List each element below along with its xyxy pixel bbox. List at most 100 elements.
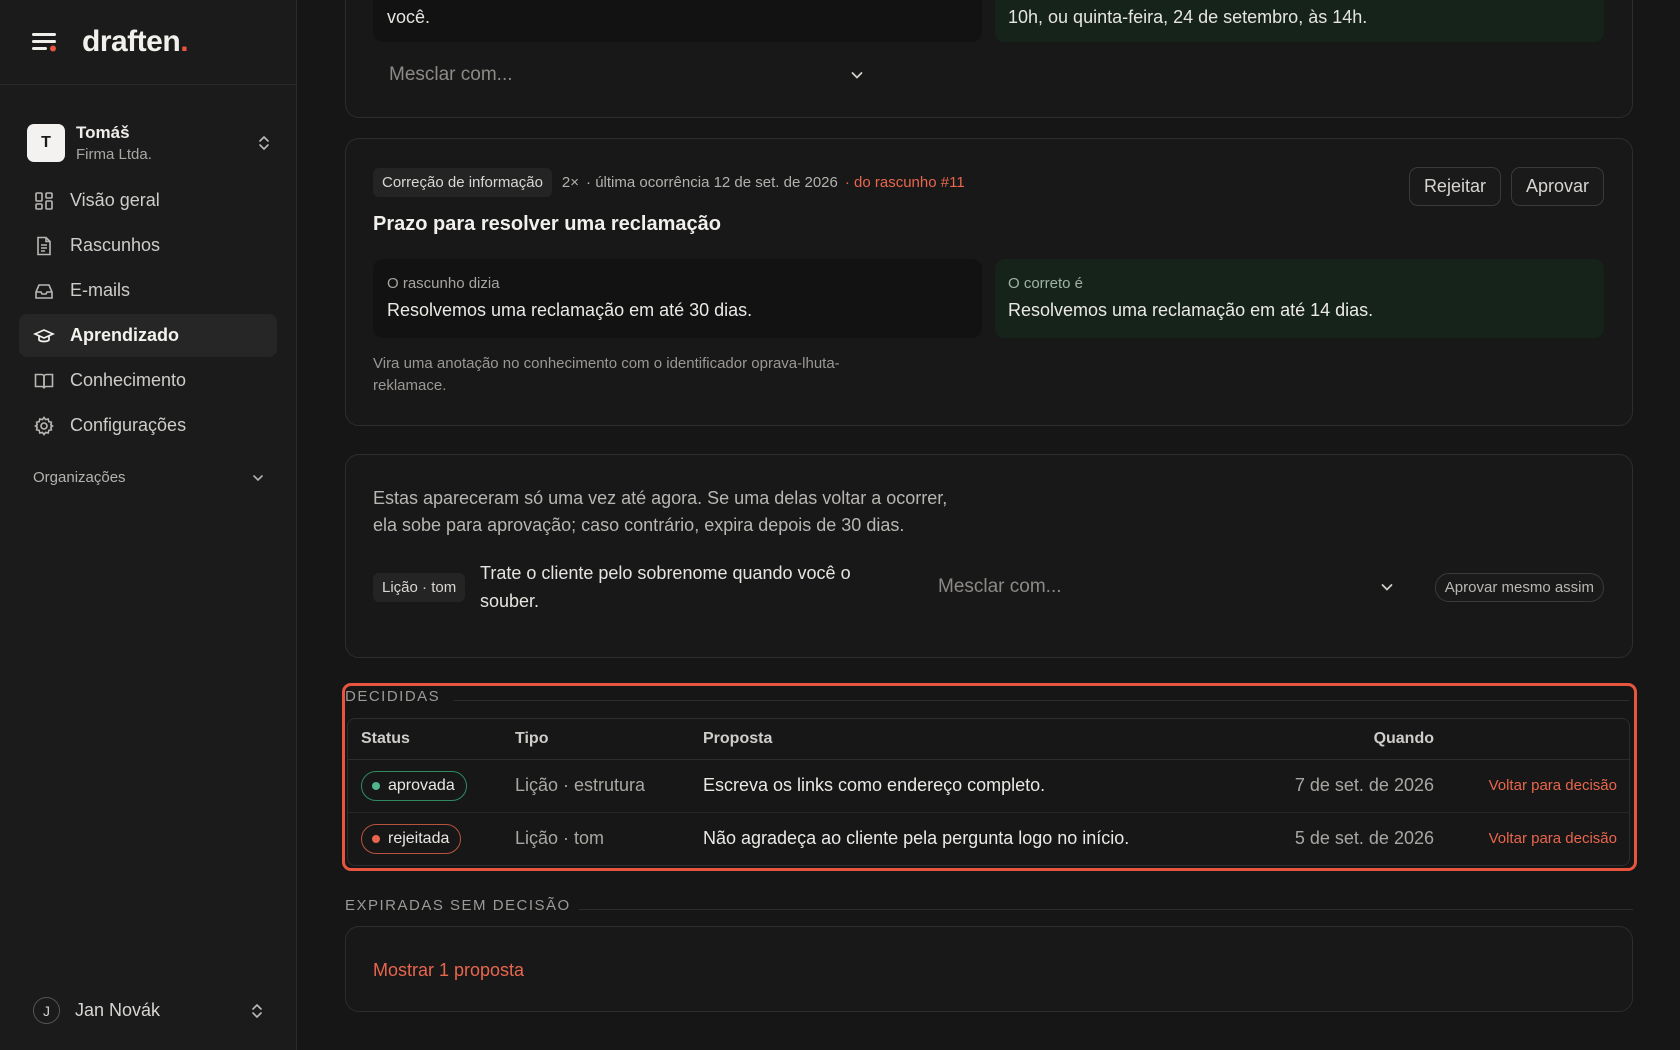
proposal-card: Correção de informação 2× · última ocorr…: [345, 138, 1633, 426]
table-row: aprovada Lição · estrutura Escreva os li…: [348, 759, 1629, 813]
merge-select-placeholder: Mesclar com...: [938, 576, 1062, 597]
draft-said-box: O rascunho dizia Resolvemos uma reclamaç…: [373, 259, 982, 338]
proposal-note: Vira uma anotação no conhecimento com o …: [373, 353, 840, 397]
proposal-card-previous: você. 10h, ou quinta-feira, 24 de setemb…: [345, 0, 1633, 118]
account-name: Tomáš: [76, 123, 130, 142]
status-badge: aprovada: [361, 770, 467, 801]
sidebar-item-label: Aprendizado: [70, 325, 180, 345]
chevron-up-down-icon: [256, 133, 272, 153]
book-icon: [33, 370, 55, 392]
chevron-down-icon: [1379, 579, 1395, 595]
show-expired-link[interactable]: Mostrar 1 proposta: [373, 960, 524, 981]
reject-button[interactable]: Rejeitar: [1408, 167, 1501, 206]
section-divider: [579, 909, 1633, 910]
account-avatar: T: [27, 124, 65, 162]
proposal-line: souber.: [480, 591, 540, 611]
main-content: você. 10h, ou quinta-feira, 24 de setemb…: [297, 0, 1680, 1050]
correct-text: Resolvemos uma reclamação em até 14 dias…: [1008, 300, 1374, 320]
logo[interactable]: draften.: [82, 25, 189, 59]
intro-line: ela sobe para aprovação; caso contrário,…: [373, 515, 905, 535]
proposal-cell: Não agradeça ao cliente pela pergunta lo…: [703, 828, 1130, 849]
section-divider: [454, 700, 1629, 701]
document-icon: [33, 235, 55, 257]
column-type: Tipo: [515, 719, 703, 760]
user-name: Jan Novák: [75, 1000, 161, 1020]
note-line: reklamace.: [373, 377, 447, 394]
sidebar-item-knowledge[interactable]: Conhecimento: [19, 359, 277, 402]
correct-box: 10h, ou quinta-feira, 24 de setembro, às…: [995, 0, 1604, 42]
chevron-down-icon: [849, 67, 865, 83]
draft-said-text: Resolvemos uma reclamação em até 30 dias…: [387, 300, 753, 320]
column-when: Quando: [1234, 719, 1434, 760]
decided-label: DECIDIDAS: [345, 688, 441, 705]
draft-said-text: você.: [387, 7, 431, 27]
graduation-cap-icon: [33, 325, 55, 347]
type-tag: Correção de informação: [373, 168, 552, 197]
revert-decision-link[interactable]: Voltar para decisão: [1489, 777, 1617, 794]
menu-icon[interactable]: [32, 31, 58, 53]
sidebar-item-label: Configurações: [70, 415, 187, 435]
correct-box: O correto é Resolvemos uma reclamação em…: [995, 259, 1604, 338]
proposal-line: Trate o cliente pelo sobrenome quando vo…: [480, 563, 851, 583]
status-text: aprovada: [388, 776, 455, 794]
table-header-row: Status Tipo Proposta Quando: [348, 719, 1629, 760]
single-occurrence-card: Estas apareceram só uma vez até agora. S…: [345, 454, 1633, 658]
intro-line: Estas apareceram só uma vez até agora. S…: [373, 488, 948, 508]
type-tag: Lição · tom: [373, 573, 466, 602]
status-dot: [372, 834, 380, 843]
user-avatar: J: [33, 997, 60, 1024]
status-text: rejeitada: [388, 829, 450, 847]
organizations-toggle[interactable]: Organizações: [33, 469, 265, 486]
decided-table: Status Tipo Proposta Quando aprovada Liç: [347, 718, 1630, 866]
expired-label: EXPIRADAS SEM DECISÃO: [345, 897, 571, 914]
merge-select[interactable]: Mesclar com...: [938, 573, 1395, 601]
source-draft-link[interactable]: · do rascunho #11: [845, 174, 965, 191]
table-row: rejeitada Lição · tom Não agradeça ao cl…: [348, 812, 1629, 865]
proposal-meta: Correção de informação 2× · última ocorr…: [373, 168, 965, 197]
occurrence-count: 2×: [561, 174, 580, 191]
account-switcher[interactable]: T Tomáš Firma Ltda.: [27, 116, 272, 170]
user-menu[interactable]: J Jan Novák: [33, 997, 265, 1024]
sidebar-nav: Visão geral Rascunhos E-mails Aprendizad…: [0, 179, 296, 447]
account-company: Firma Ltda.: [76, 146, 152, 163]
approve-anyway-button[interactable]: Aprovar mesmo assim: [1434, 573, 1604, 602]
draft-said-box: você.: [373, 0, 982, 42]
chevron-up-down-icon: [249, 1001, 265, 1021]
type-cell: Lição · tom: [515, 828, 605, 849]
merge-select[interactable]: Mesclar com...: [389, 61, 865, 89]
sidebar-item-settings[interactable]: Configurações: [19, 404, 277, 447]
grid-icon: [33, 190, 55, 212]
sidebar-item-label: Rascunhos: [70, 235, 161, 255]
sidebar: draften. T Tomáš Firma Ltda. Visão geral…: [0, 0, 297, 1050]
sidebar-item-drafts[interactable]: Rascunhos: [19, 224, 277, 267]
note-line: Vira uma anotação no conhecimento com o …: [373, 355, 840, 372]
sidebar-item-overview[interactable]: Visão geral: [19, 179, 277, 222]
sidebar-item-learning[interactable]: Aprendizado: [19, 314, 277, 357]
gear-icon: [33, 415, 55, 437]
chevron-down-icon: [251, 471, 265, 485]
approve-button[interactable]: Aprovar: [1510, 167, 1604, 206]
revert-decision-link[interactable]: Voltar para decisão: [1489, 830, 1617, 847]
expired-card: Mostrar 1 proposta: [345, 926, 1633, 1012]
last-occurrence: · última ocorrência 12 de set. de 2026: [586, 174, 838, 191]
inbox-icon: [33, 280, 55, 302]
draft-said-label: O rascunho dizia: [387, 275, 500, 292]
status-badge: rejeitada: [361, 823, 462, 854]
status-dot: [372, 781, 380, 790]
when-cell: 7 de set. de 2026: [1234, 759, 1434, 813]
column-status: Status: [348, 719, 515, 760]
column-actions: [1434, 719, 1629, 760]
single-proposal-text: Trate o cliente pelo sobrenome quando vo…: [480, 559, 851, 615]
correct-label: O correto é: [1008, 275, 1084, 292]
proposal-cell: Escreva os links como endereço completo.: [703, 759, 1234, 813]
sidebar-item-label: Visão geral: [70, 190, 160, 210]
type-cell: Lição · estrutura: [515, 759, 703, 813]
when-cell: 5 de set. de 2026: [1294, 828, 1434, 849]
single-intro: Estas apareceram só uma vez até agora. S…: [373, 485, 947, 539]
sidebar-item-emails[interactable]: E-mails: [19, 269, 277, 312]
proposal-title: Prazo para resolver uma reclamação: [373, 213, 721, 235]
merge-select-placeholder: Mesclar com...: [389, 64, 513, 85]
column-proposal: Proposta: [703, 719, 1234, 760]
proposal-actions: Rejeitar Aprovar: [1408, 167, 1604, 206]
sidebar-item-label: E-mails: [70, 280, 131, 300]
